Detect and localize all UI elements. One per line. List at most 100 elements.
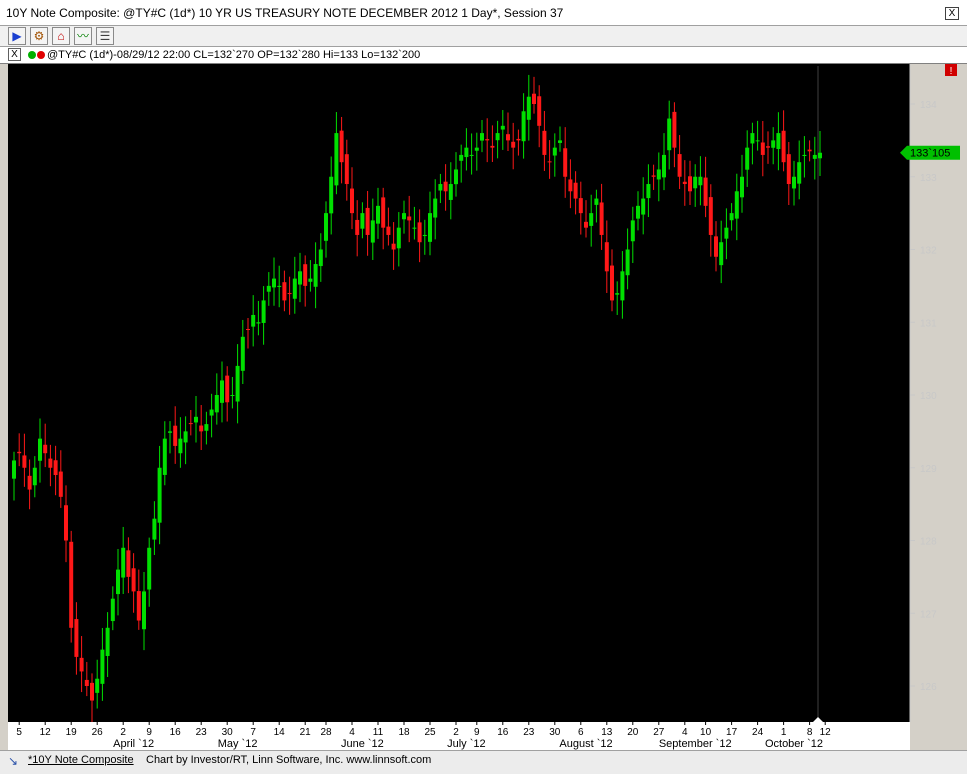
candle-body: [672, 111, 677, 148]
home-icon[interactable]: ⌂: [52, 27, 70, 45]
date-tick-label: 17: [726, 727, 738, 738]
candle-body: [412, 227, 417, 229]
candle-body: [552, 147, 557, 156]
candle-body: [110, 598, 115, 622]
candle-body: [209, 409, 214, 416]
candle-body: [287, 293, 292, 295]
candle-body: [719, 242, 724, 266]
candle-body: [797, 162, 802, 184]
candle-body: [516, 138, 521, 141]
candle-body: [90, 682, 94, 701]
date-tick-label: 16: [170, 727, 182, 738]
candle-body: [526, 96, 531, 120]
month-label: September `12: [659, 738, 732, 750]
candle-body: [500, 125, 505, 130]
candle-body: [339, 130, 344, 163]
candle-body: [220, 380, 224, 403]
candle-body: [95, 678, 100, 693]
notes-icon[interactable]: ☰: [96, 27, 114, 45]
price-chart[interactable]: 126127128129130131132133134 133`105 ! 51…: [0, 64, 967, 750]
gear-icon[interactable]: ⚙: [30, 27, 48, 45]
date-tick-label: 23: [523, 727, 535, 738]
candle-body: [422, 234, 427, 237]
candle-body: [651, 175, 656, 177]
price-tick-label: 127: [920, 609, 937, 620]
candle-body: [724, 227, 729, 239]
candle-body: [142, 591, 146, 630]
candle-body: [277, 285, 282, 287]
month-label: August `12: [559, 738, 612, 750]
candle-body: [365, 207, 370, 235]
candle-body: [542, 130, 547, 155]
candle-body: [755, 140, 760, 142]
candle-body: [495, 133, 500, 141]
date-tick-label: 11: [373, 727, 384, 738]
candle-body: [298, 271, 302, 285]
window-close-button[interactable]: X: [945, 7, 959, 20]
ohlc-readout: @TY#C (1d*)-08/29/12 22:00 CL=132`270 OP…: [47, 49, 421, 61]
candle-body: [84, 679, 89, 686]
date-tick-label: 14: [274, 727, 286, 738]
candle-body: [745, 147, 750, 170]
date-tick-label: 7: [250, 727, 256, 738]
candle-body: [230, 395, 235, 396]
candle-body: [490, 145, 495, 148]
candle-body: [693, 176, 698, 189]
candle-body: [781, 130, 786, 163]
candle-body: [69, 541, 74, 628]
date-tick-label: 4: [349, 727, 355, 738]
price-tick-label: 128: [920, 537, 937, 548]
candle-body: [360, 213, 365, 229]
candle-body: [303, 264, 308, 286]
candle-body: [313, 264, 318, 287]
price-tick-label: 134: [920, 100, 937, 111]
candle-body: [27, 475, 32, 490]
candle-body: [48, 458, 53, 468]
date-tick-label: 18: [398, 727, 410, 738]
candle-body: [53, 460, 58, 476]
candle-body: [558, 140, 562, 143]
chart-icon[interactable]: 〰: [74, 27, 92, 45]
candle-body: [480, 133, 484, 141]
candle-body: [454, 169, 458, 185]
date-tick-label: 21: [300, 727, 312, 738]
candle-body: [474, 147, 479, 151]
candle-body: [656, 169, 661, 180]
play-icon[interactable]: ▶: [8, 27, 26, 45]
candle-body: [74, 619, 79, 657]
candle-body: [173, 425, 178, 446]
candle-body: [256, 322, 261, 324]
candle-body: [105, 627, 110, 656]
candle-body: [740, 176, 744, 198]
candle-body: [818, 152, 822, 159]
date-tick-label: 6: [578, 727, 584, 738]
page-link[interactable]: *10Y Note Composite: [28, 754, 134, 766]
candle-body: [381, 197, 386, 228]
candle-body: [734, 191, 739, 219]
candle-body: [568, 179, 573, 192]
candle-body: [355, 219, 360, 235]
status-bar: ↘ *10Y Note Composite Chart by Investor/…: [0, 750, 967, 774]
candle-body: [714, 236, 718, 257]
candle-body: [594, 198, 599, 205]
candle-body: [448, 184, 453, 200]
date-tick-label: 26: [92, 727, 104, 738]
window-titlebar: 10Y Note Composite: @TY#C (1d*) 10 YR US…: [0, 0, 967, 26]
pane-close-button[interactable]: X: [8, 48, 21, 61]
date-tick-label: 24: [752, 727, 764, 738]
date-tick-label: 16: [497, 727, 509, 738]
candle-body: [168, 431, 172, 433]
candle-body: [766, 146, 770, 148]
alert-flag-glyph: !: [950, 66, 953, 77]
candle-body: [183, 431, 188, 443]
candle-body: [292, 278, 297, 299]
candle-body: [625, 249, 630, 276]
candle-body: [589, 213, 594, 226]
candle-body: [776, 133, 781, 150]
date-tick-label: 1: [781, 727, 787, 738]
date-tick-label: 2: [453, 727, 459, 738]
candle-body: [214, 395, 219, 413]
candle-body: [812, 154, 817, 159]
candle-body: [396, 227, 401, 249]
candle-body: [688, 176, 692, 192]
